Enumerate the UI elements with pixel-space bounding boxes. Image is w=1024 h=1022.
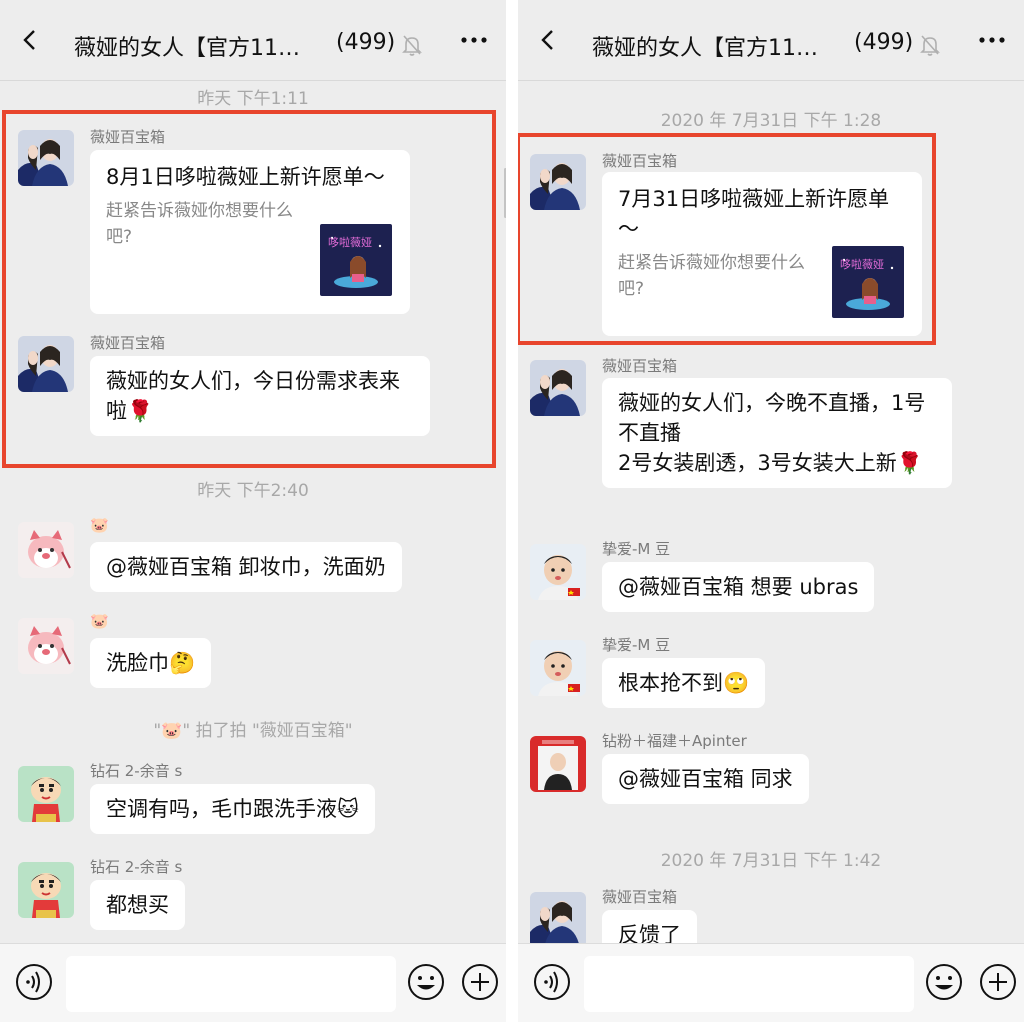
chat-screen-right: 薇娅的女人【官方11… (499) 2020 年 7月31日 下午 1:28 薇… (518, 0, 1024, 1022)
avatar[interactable] (18, 522, 74, 578)
message-input[interactable] (584, 956, 914, 1012)
timestamp: 昨天 下午2:40 (197, 481, 309, 501)
avatar[interactable] (530, 892, 586, 948)
message-bubble[interactable]: 薇娅的女人们，今日份需求表来啦🌹 (90, 356, 430, 436)
avatar[interactable] (530, 640, 586, 696)
timestamp: 昨天 下午1:11 (197, 89, 309, 109)
message-bubble[interactable]: @薇娅百宝箱 想要 ubras (602, 562, 875, 612)
emoji-icon[interactable] (406, 962, 446, 1002)
member-count: (499) (854, 30, 914, 55)
sender-name: 🐷 (90, 516, 109, 534)
message-bubble[interactable]: @薇娅百宝箱 卸妆巾，洗面奶 (90, 542, 402, 592)
system-message: "🐷" 拍了拍 "薇娅百宝箱" (153, 721, 353, 741)
mute-bell-icon (920, 35, 940, 56)
input-bar (0, 943, 506, 1022)
avatar[interactable] (18, 862, 74, 918)
card-thumbnail (832, 246, 904, 318)
message-bubble[interactable]: 空调有吗，毛巾跟洗手液🐱 (90, 784, 375, 834)
timestamp: 2020 年 7月31日 下午 1:42 (660, 851, 882, 871)
avatar[interactable] (530, 360, 586, 416)
avatar[interactable] (18, 336, 74, 392)
sender-name: 薇娅百宝箱 (602, 357, 678, 375)
card-description: 赶紧告诉薇娅你想要什么吧? (618, 253, 805, 299)
chat-title: 薇娅的女人【官方11… (592, 36, 818, 61)
avatar[interactable] (18, 766, 74, 822)
sender-name: 薇娅百宝箱 (602, 888, 678, 906)
avatar[interactable] (530, 544, 586, 600)
sender-name: 钻粉＋福建＋Apinter (602, 732, 747, 750)
chat-screen-left: 薇娅的女人【官方11… (499) 昨天 下午1:11 薇娅百宝箱 8月1日哆啦… (0, 0, 506, 1022)
wishlist-card[interactable]: 7月31日哆啦薇娅上新许愿单～ 赶紧告诉薇娅你想要什么吧? (602, 172, 922, 336)
chat-header: 薇娅的女人【官方11… (499) (518, 0, 1024, 81)
message-input[interactable] (66, 956, 396, 1012)
more-options-icon[interactable] (458, 28, 490, 52)
timestamp: 2020 年 7月31日 下午 1:28 (660, 111, 882, 131)
sender-name: 薇娅百宝箱 (602, 152, 678, 170)
card-description: 赶紧告诉薇娅你想要什么吧? (106, 201, 293, 247)
emoji-icon[interactable] (924, 962, 964, 1002)
card-thumbnail (320, 224, 392, 296)
chat-title: 薇娅的女人【官方11… (74, 36, 300, 61)
sender-name: 薇娅百宝箱 (90, 128, 166, 146)
voice-input-icon[interactable] (532, 962, 572, 1002)
avatar[interactable] (18, 618, 74, 674)
input-bar (518, 943, 1024, 1022)
chat-header: 薇娅的女人【官方11… (499) (0, 0, 506, 81)
sender-name: 钻石 2-余音 s (90, 762, 183, 780)
sender-name: 钻石 2-余音 s (90, 858, 183, 876)
sender-name: 薇娅百宝箱 (90, 334, 166, 352)
panel-divider (506, 0, 518, 1022)
back-arrow-icon[interactable] (18, 28, 42, 52)
sender-name: 🐷 (90, 612, 109, 630)
message-bubble[interactable]: 都想买 (90, 880, 185, 930)
back-arrow-icon[interactable] (536, 28, 560, 52)
message-bubble[interactable]: 薇娅的女人们，今晚不直播，1号不直播 2号女装剧透，3号女装大上新🌹 (602, 378, 952, 488)
sender-name: 挚爱-M 豆 (602, 636, 671, 654)
more-options-icon[interactable] (976, 28, 1008, 52)
message-bubble[interactable]: 根本抢不到🙄 (602, 658, 766, 708)
message-bubble[interactable]: 洗脸巾🤔 (90, 638, 212, 688)
member-count: (499) (336, 30, 396, 55)
plus-icon[interactable] (978, 962, 1018, 1002)
avatar[interactable] (530, 154, 586, 210)
voice-input-icon[interactable] (14, 962, 54, 1002)
avatar[interactable] (530, 736, 586, 792)
wishlist-card[interactable]: 8月1日哆啦薇娅上新许愿单～ 赶紧告诉薇娅你想要什么吧? (90, 150, 410, 314)
mute-bell-icon (402, 35, 422, 56)
message-bubble[interactable]: @薇娅百宝箱 同求 (602, 754, 809, 804)
card-title: 7月31日哆啦薇娅上新许愿单～ (618, 187, 890, 241)
avatar[interactable] (18, 130, 74, 186)
plus-icon[interactable] (460, 962, 500, 1002)
card-title: 8月1日哆啦薇娅上新许愿单～ (106, 165, 385, 189)
sender-name: 挚爱-M 豆 (602, 540, 671, 558)
